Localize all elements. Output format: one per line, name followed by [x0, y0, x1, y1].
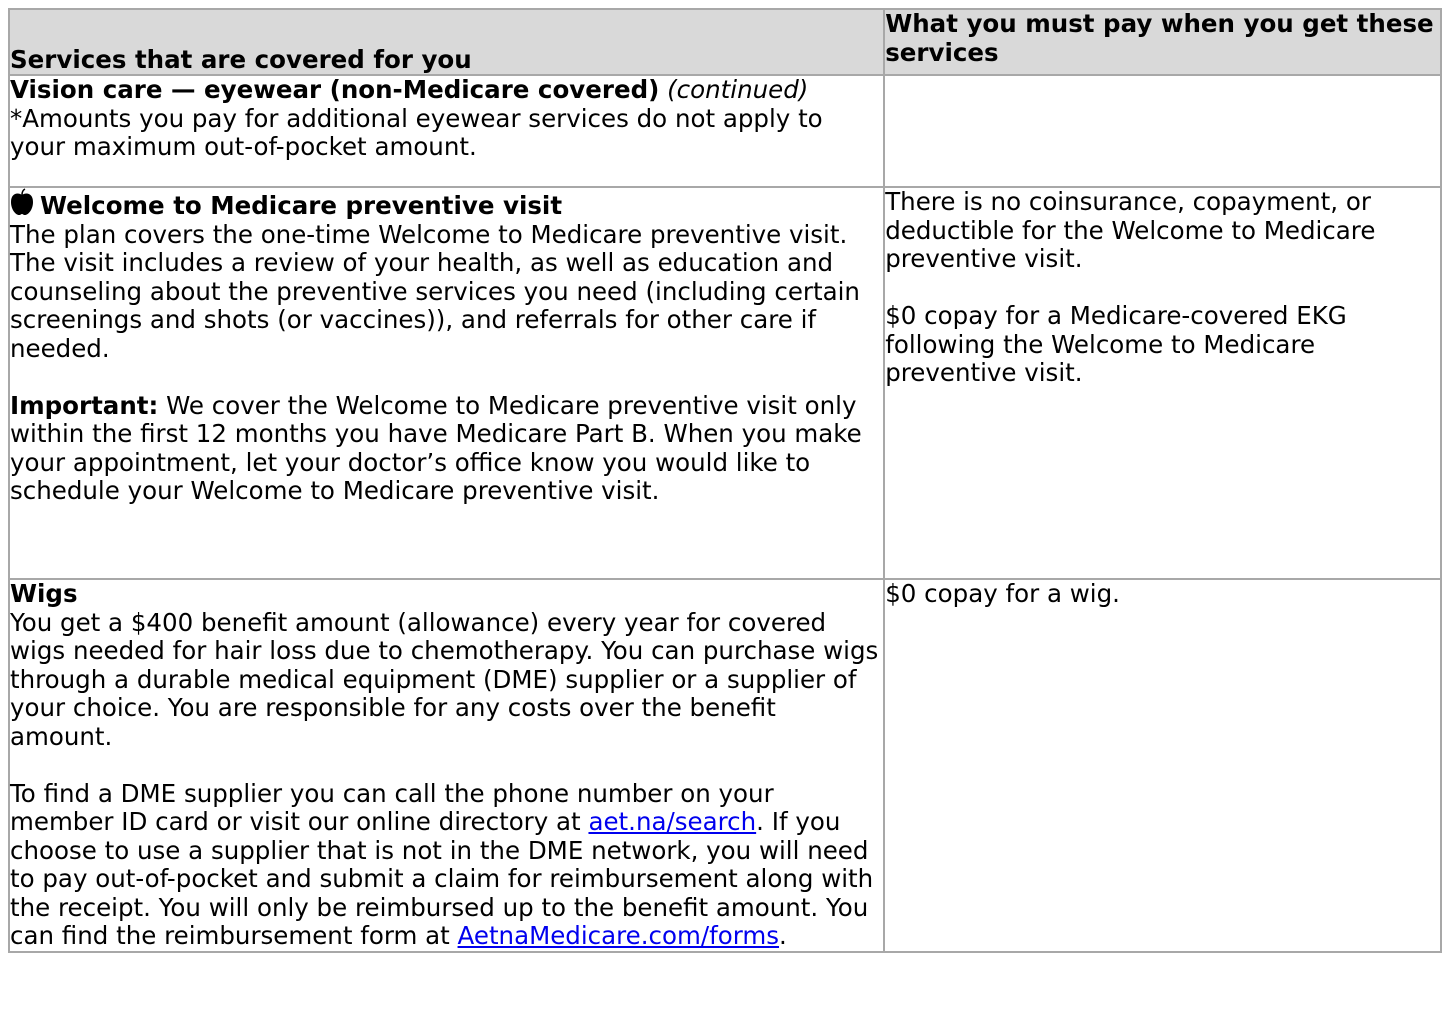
- forms-link[interactable]: AetnaMedicare.com/forms: [458, 921, 779, 950]
- vision-title-text: Vision care — eyewear (non-Medicare cove…: [10, 75, 660, 104]
- vision-continued: (continued): [667, 75, 809, 104]
- benefits-table: Services that are covered for you What y…: [7, 8, 1442, 953]
- vision-note: *Amounts you pay for additional eyewear …: [10, 103, 823, 161]
- wigs-body: You get a $400 benefit amount (allowance…: [10, 607, 879, 751]
- welcome-service-cell: Welcome to Medicare preventive visit The…: [7, 186, 886, 580]
- forms-after: .: [779, 921, 787, 950]
- welcome-title: Welcome to Medicare preventive visit: [10, 188, 879, 221]
- vision-cost-cell: [883, 74, 1442, 188]
- search-directory-link[interactable]: aet.na/search: [588, 807, 756, 836]
- welcome-important: Important: We cover the Welcome to Medic…: [10, 390, 879, 506]
- vision-service-cell: Vision care — eyewear (non-Medicare cove…: [7, 74, 886, 188]
- welcome-title-text: Welcome to Medicare preventive visit: [40, 191, 563, 220]
- table-row: Wigs You get a $400 benefit amount (allo…: [7, 578, 1442, 953]
- table-header-row: Services that are covered for you What y…: [7, 8, 1442, 76]
- wigs-find-supplier: To find a DME supplier you can call the …: [10, 779, 879, 951]
- welcome-body: The plan covers the one-time Welcome to …: [10, 219, 860, 363]
- welcome-cost-2: $0 copay for a Medicare-covered EKG foll…: [885, 301, 1347, 387]
- header-costs: What you must pay when you get these ser…: [883, 8, 1442, 76]
- wigs-cost: $0 copay for a wig.: [885, 579, 1120, 608]
- wigs-title: Wigs: [10, 579, 78, 608]
- vision-title: Vision care — eyewear (non-Medicare cove…: [10, 75, 879, 105]
- wigs-cost-cell: $0 copay for a wig.: [883, 578, 1442, 953]
- apple-icon: [10, 188, 34, 216]
- header-services: Services that are covered for you: [7, 8, 886, 76]
- welcome-cost-cell: There is no coinsurance, copayment, or d…: [883, 186, 1442, 580]
- important-label: Important:: [10, 390, 159, 420]
- table-row: Vision care — eyewear (non-Medicare cove…: [7, 74, 1442, 188]
- welcome-cost-1: There is no coinsurance, copayment, or d…: [885, 187, 1376, 273]
- wigs-service-cell: Wigs You get a $400 benefit amount (allo…: [7, 578, 886, 953]
- table-row: Welcome to Medicare preventive visit The…: [7, 186, 1442, 580]
